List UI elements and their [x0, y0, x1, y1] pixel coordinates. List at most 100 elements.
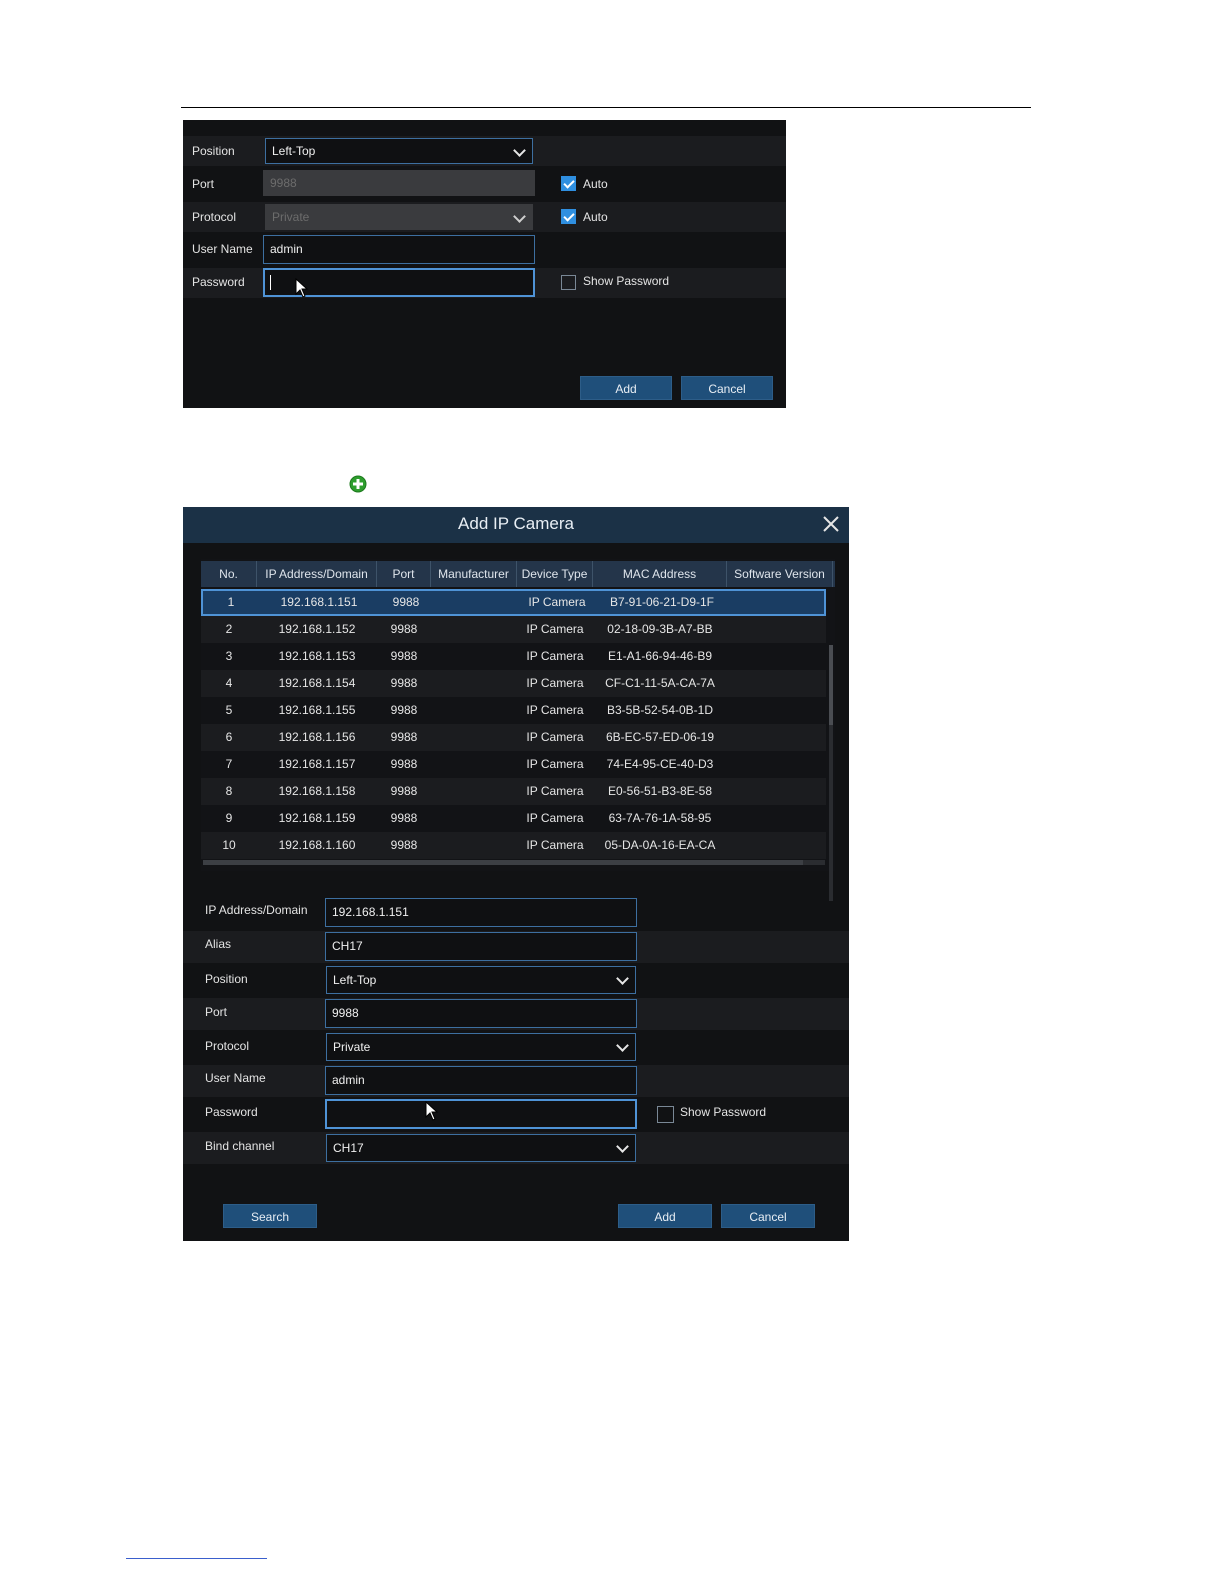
- scrollbar-thumb[interactable]: [829, 645, 833, 725]
- password-input[interactable]: [325, 1099, 637, 1129]
- table-cell: CF-C1-11-5A-CA-7A: [605, 676, 715, 690]
- port-input[interactable]: 9988: [325, 999, 637, 1028]
- plus-circle-icon: [349, 475, 367, 493]
- position-value: Left-Top: [333, 973, 377, 987]
- table-cell: [727, 616, 833, 643]
- table-cell: 05-DA-0A-16-EA-CA: [604, 838, 716, 852]
- table-row[interactable]: 3 192.168.1.153 9988 IP Camera E1-A1-66-94-4…: [201, 643, 826, 670]
- ip-value: 192.168.1.151: [332, 905, 409, 919]
- horizontal-scrollbar[interactable]: [203, 860, 825, 865]
- table-row[interactable]: 1 192.168.1.151 9988 IP Camera B7-91-06-21-D…: [201, 589, 826, 616]
- position-select[interactable]: Left-Top: [326, 966, 636, 994]
- username-value: admin: [332, 1073, 365, 1087]
- table-cell: [431, 724, 517, 751]
- position-value: Left-Top: [272, 144, 316, 158]
- scrollbar-thumb[interactable]: [203, 860, 803, 865]
- table-cell: [727, 778, 833, 805]
- table-row[interactable]: 5 192.168.1.155 9988 IP Camera B3-5B-52-54-0…: [201, 697, 826, 724]
- add-button[interactable]: Add: [580, 376, 672, 400]
- table-row[interactable]: 2 192.168.1.152 9988 IP Camera 02-18-09-3B-A…: [201, 616, 826, 643]
- chevron-down-icon: [616, 972, 629, 985]
- position-label: Position: [192, 144, 235, 158]
- bind-channel-select[interactable]: CH17: [326, 1134, 636, 1162]
- close-icon[interactable]: [821, 514, 841, 534]
- table-cell: 192.168.1.151: [280, 595, 358, 609]
- cancel-button[interactable]: Cancel: [721, 1204, 815, 1228]
- table-cell: 9988: [390, 730, 418, 744]
- cancel-button[interactable]: Cancel: [681, 376, 773, 400]
- ip-label: IP Address/Domain: [205, 903, 308, 917]
- protocol-auto-label: Auto: [583, 210, 608, 224]
- add-button[interactable]: Add: [618, 1204, 712, 1228]
- column-header[interactable]: No.: [201, 561, 257, 587]
- column-header[interactable]: Port: [377, 561, 431, 587]
- protocol-value: Private: [272, 210, 310, 224]
- table-row[interactable]: 7 192.168.1.157 9988 IP Camera 74-E4-95-CE-4…: [201, 751, 826, 778]
- column-header[interactable]: MAC Address: [593, 561, 727, 587]
- username-label: User Name: [192, 242, 253, 256]
- vertical-scrollbar[interactable]: [829, 645, 833, 901]
- port-row: Port 9988 Auto: [183, 169, 786, 199]
- table-cell: IP Camera: [526, 838, 584, 852]
- table-cell: B3-5B-52-54-0B-1D: [606, 703, 714, 717]
- table-cell: [727, 751, 833, 778]
- table-row[interactable]: 6 192.168.1.156 9988 IP Camera 6B-EC-57-ED-0…: [201, 724, 826, 751]
- show-password-checkbox[interactable]: [561, 275, 576, 290]
- port-auto-checkbox[interactable]: [561, 176, 576, 191]
- table-cell: [431, 778, 517, 805]
- table-cell: [431, 670, 517, 697]
- table-cell: [431, 697, 517, 724]
- table-row[interactable]: 10 192.168.1.160 9988 IP Camera 05-DA-0A-16-…: [201, 832, 826, 859]
- protocol-label: Protocol: [192, 210, 237, 224]
- table-cell: 192.168.1.156: [278, 730, 356, 744]
- username-input[interactable]: admin: [325, 1066, 637, 1095]
- show-password-label: Show Password: [680, 1105, 767, 1119]
- table-cell: 8: [225, 784, 233, 798]
- footer-link-underline[interactable]: [126, 1558, 267, 1559]
- table-cell: E0-56-51-B3-8E-58: [607, 784, 713, 798]
- table-cell: [727, 724, 833, 751]
- password-label: Password: [192, 275, 245, 289]
- username-input[interactable]: admin: [263, 235, 535, 264]
- username-label: User Name: [205, 1071, 266, 1085]
- table-cell: IP Camera: [526, 676, 584, 690]
- bind-channel-label: Bind channel: [205, 1139, 275, 1153]
- table-cell: 192.168.1.154: [278, 676, 356, 690]
- table-cell: 2: [225, 622, 233, 636]
- protocol-label: Protocol: [205, 1039, 250, 1053]
- show-password-checkbox[interactable]: [657, 1106, 674, 1123]
- table-cell: 63-7A-76-1A-58-95: [608, 811, 712, 825]
- username-row: User Name admin: [183, 235, 786, 265]
- protocol-row: Protocol Private Auto: [183, 202, 786, 232]
- protocol-select[interactable]: Private: [326, 1033, 636, 1061]
- protocol-auto-checkbox[interactable]: [561, 209, 576, 224]
- table-cell: 9988: [390, 757, 418, 771]
- password-row: Password Show Password: [183, 268, 786, 298]
- ip-input[interactable]: 192.168.1.151: [325, 898, 637, 927]
- alias-input[interactable]: CH17: [325, 932, 637, 961]
- search-button[interactable]: Search: [223, 1204, 317, 1228]
- column-header[interactable]: Device Type: [517, 561, 593, 587]
- dialog-title-bar: Add IP Camera: [183, 507, 849, 543]
- table-row[interactable]: 4 192.168.1.154 9988 IP Camera CF-C1-11-5A-C…: [201, 670, 826, 697]
- table-cell: 9988: [390, 811, 418, 825]
- table-cell: [729, 589, 835, 616]
- table-cell: 192.168.1.160: [278, 838, 356, 852]
- position-row: Position Left-Top: [183, 965, 849, 997]
- table-row[interactable]: 9 192.168.1.159 9988 IP Camera 63-7A-76-1A-5…: [201, 805, 826, 832]
- table-cell: [727, 643, 833, 670]
- table-cell: [431, 616, 517, 643]
- table-row[interactable]: 8 192.168.1.158 9988 IP Camera E0-56-51-B3-8…: [201, 778, 826, 805]
- port-row: Port 9988: [183, 998, 849, 1030]
- table-cell: 6B-EC-57-ED-06-19: [605, 730, 715, 744]
- table-cell: 6: [225, 730, 233, 744]
- column-header[interactable]: Manufacturer: [431, 561, 517, 587]
- table-cell: IP Camera: [526, 730, 584, 744]
- table-cell: [431, 643, 517, 670]
- camera-edit-panel: Position Left-Top Port 9988 Auto Protoco…: [183, 120, 786, 408]
- table-cell: 7: [225, 757, 233, 771]
- column-header[interactable]: Software Version: [727, 561, 833, 587]
- column-header[interactable]: IP Address/Domain: [257, 561, 377, 587]
- position-select[interactable]: Left-Top: [265, 138, 533, 164]
- password-label: Password: [205, 1105, 258, 1119]
